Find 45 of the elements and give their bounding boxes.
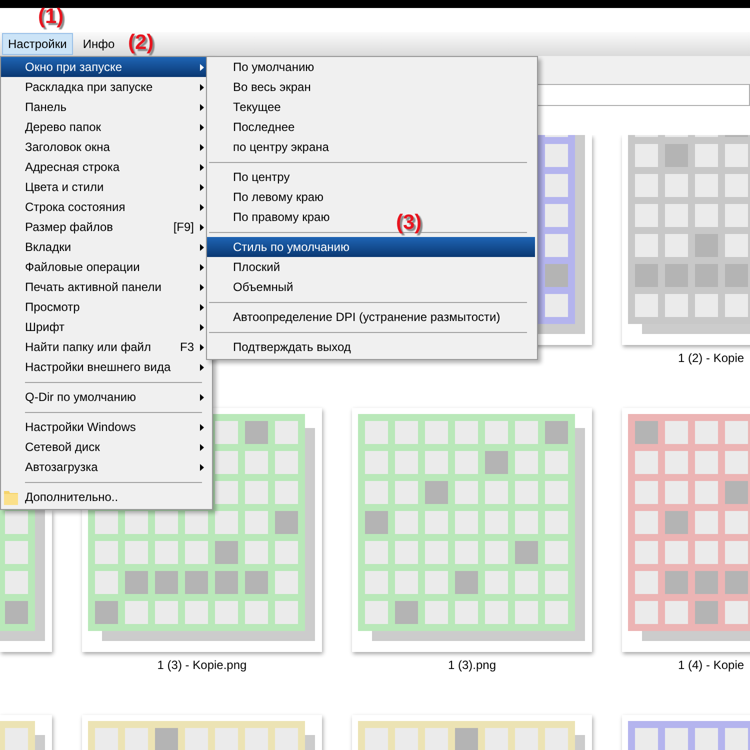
menu-item[interactable]: Дерево папок: [1, 117, 210, 137]
menu-item[interactable]: Подтверждать выход: [207, 337, 359, 357]
menubar-item[interactable]: Инфо: [76, 33, 121, 55]
menu-item[interactable]: Просмотр: [1, 297, 210, 317]
file-name: 1 (3) - Kopie.png: [157, 658, 247, 674]
menu-item[interactable]: Дополнительно..: [1, 487, 210, 507]
menu-item[interactable]: Стиль по умолчанию: [207, 237, 535, 257]
menu-item[interactable]: Шрифт: [1, 317, 210, 337]
menu-item[interactable]: Текущее: [207, 97, 289, 117]
menu-item[interactable]: Сетевой диск: [1, 437, 210, 457]
menu-item[interactable]: Панель: [1, 97, 210, 117]
shortcut-label: F3: [180, 340, 194, 354]
menu-item[interactable]: Плоский: [207, 257, 288, 277]
menu-item[interactable]: Автозагрузка: [1, 457, 210, 477]
callout-number: (1): [38, 5, 64, 29]
menu-item[interactable]: Цвета и стили: [1, 177, 210, 197]
file-name: 1 (3).png: [448, 658, 496, 674]
menu-item[interactable]: По центру: [207, 167, 298, 187]
callout-number: (2): [128, 31, 154, 55]
menu-item[interactable]: по центру экрана: [207, 137, 337, 157]
shortcut-label: [F9]: [173, 220, 194, 234]
menu-item[interactable]: Q-Dir по умолчанию: [1, 387, 210, 407]
menu-item[interactable]: Найти папку или файл F3: [1, 337, 210, 357]
menu-item[interactable]: По левому краю: [207, 187, 332, 207]
menu-item[interactable]: Автоопределение DPI (устранение размытости): [207, 307, 508, 327]
menu-item[interactable]: Строка состояния: [1, 197, 210, 217]
callout-number: (3): [396, 211, 422, 235]
menu-item[interactable]: Объемный: [207, 277, 302, 297]
file-name: 1 (2) - Kopie: [677, 351, 744, 367]
menu-item[interactable]: Размер файлов [F9]: [1, 217, 210, 237]
menu-item[interactable]: Печать активной панели: [1, 277, 210, 297]
file-name: 1 (4) - Kopie: [677, 658, 744, 674]
menu-item[interactable]: Настройки Windows: [1, 417, 210, 437]
menu-item[interactable]: Адресная строка: [1, 157, 210, 177]
menu-item[interactable]: Вкладки: [1, 237, 210, 257]
menubar-item[interactable]: Настройки: [2, 33, 73, 55]
menu-item[interactable]: По умолчанию: [207, 57, 322, 77]
folder-icon: [4, 489, 18, 505]
menu-item[interactable]: Последнее: [207, 117, 303, 137]
menu-item[interactable]: Заголовок окна: [1, 137, 210, 157]
menu-item[interactable]: Во весь экран: [207, 77, 319, 97]
menu-item[interactable]: По правому краю: [207, 207, 338, 227]
menu-item[interactable]: Файловые операции: [1, 257, 210, 277]
menu-item[interactable]: Раскладка при запуске: [1, 77, 210, 97]
menu-item[interactable]: Настройки внешнего вида: [1, 357, 210, 377]
